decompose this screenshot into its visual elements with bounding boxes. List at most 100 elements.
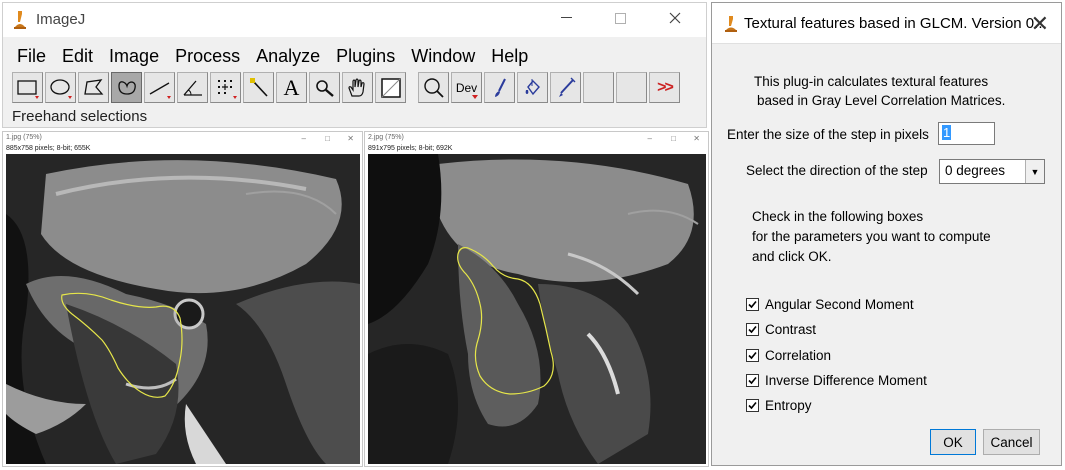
minimize-button[interactable] [543,3,589,33]
close-icon[interactable]: ✕ [1031,11,1049,37]
direction-value: 0 degrees [945,163,1006,178]
chevron-down-icon[interactable]: ▼ [1025,160,1044,183]
text-tool-icon: A [283,74,300,100]
zoom-tool-icon [315,79,334,97]
checkmark-icon [748,326,757,334]
image-window-title: 2.jpg (75%) [368,134,404,141]
oval-tool-button[interactable] [45,72,76,103]
maximize-icon [614,12,626,24]
minimize-icon [560,17,572,18]
minimize-icon[interactable]: – [648,134,652,143]
step-size-input[interactable]: 1 [938,122,995,145]
dialog-title: Textural features based in GLCM. Version… [744,15,1047,32]
intro-line: based in Gray Level Correlation Matrices… [757,93,1006,108]
imagej-titlebar[interactable]: ImageJ [3,3,706,37]
text-tool-button[interactable]: A [276,72,307,103]
menu-help[interactable]: Help [483,43,536,69]
dropdown-arrow-icon [472,95,478,99]
glcm-dialog: Textural features based in GLCM. Version… [711,2,1062,466]
magnifier-button[interactable] [418,72,449,103]
menu-process[interactable]: Process [167,43,248,69]
mri-image[interactable] [6,154,360,464]
flood-fill-icon [525,78,540,95]
menu-analyze[interactable]: Analyze [248,43,328,69]
angle-tool-icon [183,80,202,96]
checkbox[interactable] [746,348,759,362]
polygon-selection-icon [83,78,103,95]
checkbox-correlation[interactable]: Correlation [746,343,927,368]
instruction-line: Check in the following boxes [752,209,924,224]
menu-window[interactable]: Window [403,43,483,69]
polygon-tool-button[interactable] [78,72,109,103]
pencil-tool-icon [558,77,575,97]
ok-button[interactable]: OK [930,429,976,455]
dialog-titlebar[interactable]: Textural features based in GLCM. Version… [712,3,1061,44]
close-button[interactable] [652,3,698,33]
menu-plugins[interactable]: Plugins [328,43,403,69]
microscope-icon [725,16,737,32]
minimize-icon[interactable]: – [302,134,306,143]
line-tool-button[interactable] [144,72,175,103]
image-window-2[interactable]: 2.jpg (75%) – □ ✕ 891x795 pixels; 8-bit;… [364,131,709,467]
step-size-value: 1 [942,125,952,140]
hand-tool-button[interactable] [342,72,373,103]
window-title: ImageJ [36,11,86,28]
intro-line: This plug-in calculates textural feature… [754,74,989,89]
cancel-button[interactable]: Cancel [983,429,1040,455]
checkbox[interactable] [746,399,759,413]
checkbox-label: Entropy [765,398,812,414]
image-info: 885x758 pixels; 8-bit; 655K [6,145,91,152]
zoom-tool-button[interactable] [309,72,340,103]
brush-tool-button[interactable] [484,72,515,103]
rectangle-tool-button[interactable] [12,72,43,103]
maximize-icon[interactable]: □ [325,134,330,143]
menu-edit[interactable]: Edit [54,43,101,69]
developer-menu-icon: Dev [455,80,478,95]
dialog-instructions: Check in the following boxes for the par… [752,207,991,267]
close-icon[interactable]: ✕ [347,134,354,143]
freehand-selection-icon [117,80,136,95]
checkbox-angular-second-moment[interactable]: Angular Second Moment [746,292,927,317]
point-tool-button[interactable] [210,72,241,103]
checkbox-contrast[interactable]: Contrast [746,317,927,342]
developer-menu-button[interactable]: Dev [451,72,482,103]
checkbox-entropy[interactable]: Entropy [746,393,927,418]
close-icon[interactable]: ✕ [693,134,700,143]
instruction-line: for the parameters you want to compute [752,229,991,244]
checkmark-icon [748,377,757,385]
status-bar: Freehand selections [12,108,148,125]
more-tools-button[interactable]: >> [649,72,680,103]
checkbox[interactable] [746,298,759,312]
imagej-window: ImageJ File Edit Image Process Analyze P… [2,2,707,128]
image-window-1[interactable]: 1.jpg (75%) – □ ✕ 885x758 pixels; 8-bit;… [2,131,363,467]
freehand-tool-button[interactable] [111,72,142,103]
checkmark-icon [748,402,757,410]
checkbox[interactable] [746,323,759,337]
close-icon [669,12,681,24]
angle-tool-button[interactable] [177,72,208,103]
menu-file[interactable]: File [3,43,54,69]
flood-fill-button[interactable] [517,72,548,103]
checkmark-icon [748,351,757,359]
line-selection-icon [149,81,171,99]
microscope-icon [14,11,26,29]
menu-image[interactable]: Image [101,43,167,69]
maximize-icon[interactable]: □ [671,134,676,143]
checkbox-label: Inverse Difference Moment [765,373,927,389]
maximize-button[interactable] [597,3,643,33]
checkbox-label: Angular Second Moment [765,297,914,313]
wand-tool-icon [249,77,268,97]
checkbox-inverse-difference-moment[interactable]: Inverse Difference Moment [746,368,927,393]
direction-label: Select the direction of the step [746,163,928,178]
pencil-tool-button[interactable] [550,72,581,103]
wand-tool-button[interactable] [243,72,274,103]
mri-image[interactable] [368,154,706,464]
color-picker-icon [380,77,401,98]
color-picker-button[interactable] [375,72,406,103]
checkbox[interactable] [746,374,759,388]
image-info: 891x795 pixels; 8-bit; 692K [368,145,453,152]
empty-tool-slot [583,72,614,103]
more-tools-icon: >> [657,78,674,96]
brush-tool-icon [494,78,506,97]
direction-select[interactable]: 0 degrees ▼ [939,159,1045,184]
